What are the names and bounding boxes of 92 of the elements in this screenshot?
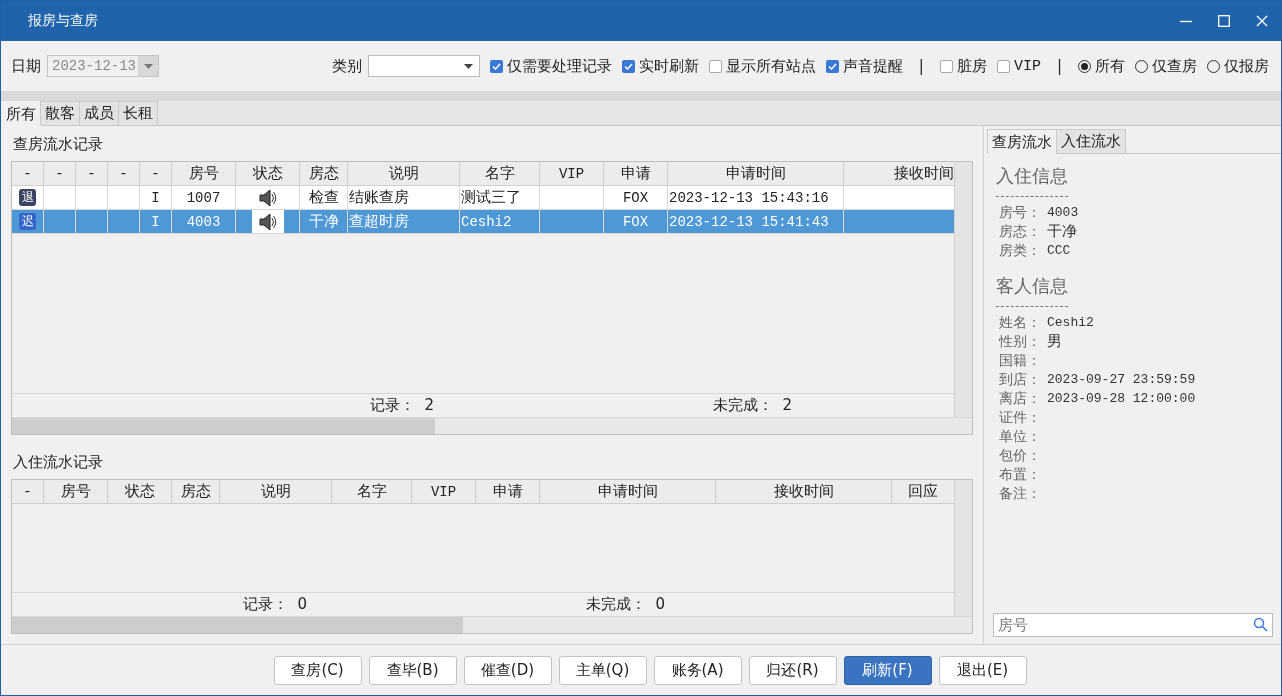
field-label: 国籍： bbox=[999, 351, 1042, 370]
column-header[interactable]: VIP bbox=[412, 480, 476, 504]
action-button[interactable]: 账务(A) bbox=[653, 655, 742, 685]
field-label: 房态： bbox=[999, 222, 1042, 241]
tab[interactable]: 长租 bbox=[118, 101, 158, 125]
table-row[interactable]: 迟 I 4003 干净 查超时房 Ceshi2 FOX 2023-12-13 15:41:43 bbox=[12, 210, 954, 234]
field-value: 2023-09-28 12:00:00 bbox=[1047, 391, 1196, 406]
field-label: 房号： bbox=[999, 203, 1042, 222]
radio-label[interactable]: 仅查房 bbox=[1152, 56, 1197, 76]
field-label: 备注： bbox=[999, 484, 1042, 503]
checkbox[interactable] bbox=[996, 59, 1010, 73]
action-button[interactable]: 退出(E) bbox=[938, 655, 1027, 685]
checkbox-label[interactable]: 显示所有站点 bbox=[725, 56, 816, 76]
tab[interactable]: 查房流水 bbox=[987, 129, 1057, 154]
field-value: CCC bbox=[1047, 243, 1071, 258]
column-header[interactable]: 接收时间 bbox=[716, 480, 892, 504]
table-cell: 4003 bbox=[172, 210, 236, 234]
field-value: 4003 bbox=[1047, 205, 1079, 220]
action-button[interactable]: 刷新(F) bbox=[843, 655, 932, 685]
summary-text: 记录： 0 bbox=[243, 595, 309, 614]
checkbox[interactable] bbox=[708, 59, 722, 73]
table-row[interactable]: 退 I 1007 检查 结账查房 测试三了 FOX 2023-12-13 15:43:16 bbox=[12, 186, 954, 210]
field-value: 男 bbox=[1047, 332, 1062, 351]
status-badge: 迟 bbox=[19, 213, 36, 230]
field-label: 单位： bbox=[999, 427, 1042, 446]
field-label: 离店： bbox=[999, 389, 1042, 408]
column-header[interactable]: 申请 bbox=[476, 480, 540, 504]
dropdown-arrow-icon bbox=[143, 63, 153, 69]
field-label: 布置： bbox=[999, 465, 1042, 484]
column-header[interactable]: - bbox=[12, 480, 44, 504]
column-header[interactable]: 说明 bbox=[220, 480, 332, 504]
column-header[interactable]: 状态 bbox=[108, 480, 172, 504]
radio-label[interactable]: 所有 bbox=[1095, 56, 1125, 76]
field-value: 2023-09-27 23:59:59 bbox=[1047, 372, 1196, 387]
checkbox[interactable] bbox=[825, 59, 839, 73]
checkbox-label[interactable]: 声音提醒 bbox=[842, 56, 903, 76]
status-badge: 退 bbox=[19, 189, 36, 206]
summary-text: 未完成： 0 bbox=[586, 595, 667, 614]
table-cell: 2023-12-13 15:41:43 bbox=[668, 210, 844, 234]
maximize-icon[interactable] bbox=[1218, 15, 1230, 27]
category-label: 类别 bbox=[331, 56, 362, 76]
summary-text: 记录： 2 bbox=[370, 396, 436, 415]
column-header[interactable]: 名字 bbox=[332, 480, 412, 504]
checkbox-label[interactable]: 脏房 bbox=[956, 56, 987, 76]
field-label: 到店： bbox=[999, 370, 1042, 389]
field-value: 干净 bbox=[1047, 222, 1077, 241]
table-cell: FOX bbox=[604, 210, 668, 234]
field-label: 证件： bbox=[999, 408, 1042, 427]
table-cell: I bbox=[140, 210, 172, 234]
radio-label[interactable]: 仅报房 bbox=[1224, 56, 1269, 76]
table-cell: 查超时房 bbox=[348, 210, 460, 234]
section-title: 入住流水记录 bbox=[13, 451, 104, 473]
search-icon[interactable] bbox=[1253, 617, 1268, 632]
checkbox[interactable] bbox=[621, 59, 635, 73]
close-icon[interactable] bbox=[1256, 15, 1268, 27]
checkbox-label[interactable]: VIP bbox=[1013, 57, 1041, 75]
horizontal-scrollbar[interactable] bbox=[12, 417, 972, 434]
column-header[interactable]: 申请时间 bbox=[540, 480, 716, 504]
separator-text: | bbox=[918, 57, 924, 75]
vertical-scrollbar[interactable] bbox=[954, 480, 972, 616]
dropdown-arrow-icon bbox=[463, 63, 473, 69]
action-button[interactable]: 查毕(B) bbox=[368, 655, 457, 685]
field-value: Ceshi2 bbox=[1047, 315, 1094, 330]
tab[interactable]: 入住流水 bbox=[1056, 129, 1126, 153]
section-heading: 入住信息 bbox=[996, 164, 1068, 197]
field-label: 姓名： bbox=[999, 313, 1042, 332]
checkbox-label[interactable]: 仅需要处理记录 bbox=[506, 56, 612, 76]
window-title: 报房与查房 bbox=[28, 12, 99, 30]
field-label: 房类： bbox=[999, 241, 1042, 260]
checkbox[interactable] bbox=[489, 59, 503, 73]
column-header[interactable]: 房态 bbox=[172, 480, 220, 504]
search-field[interactable]: 房号 bbox=[993, 613, 1273, 637]
action-button[interactable]: 查房(C) bbox=[273, 655, 362, 685]
action-button[interactable]: 归还(R) bbox=[748, 655, 837, 685]
checkbox-label[interactable]: 实时刷新 bbox=[638, 56, 699, 76]
section-title: 查房流水记录 bbox=[13, 133, 104, 155]
field-label: 包价： bbox=[999, 446, 1042, 465]
tab[interactable]: 散客 bbox=[40, 101, 80, 125]
separator-text: | bbox=[1056, 57, 1062, 75]
action-button[interactable]: 催查(D) bbox=[463, 655, 552, 685]
checkbox[interactable] bbox=[939, 59, 953, 73]
table-cell: 干净 bbox=[300, 210, 348, 234]
column-header[interactable]: 房号 bbox=[44, 480, 108, 504]
summary-text: 未完成： 2 bbox=[713, 396, 794, 415]
field-label: 性别： bbox=[999, 332, 1042, 351]
vertical-scrollbar[interactable] bbox=[954, 162, 972, 417]
table-cell: Ceshi2 bbox=[460, 210, 540, 234]
horizontal-scrollbar[interactable] bbox=[12, 616, 972, 633]
date-label: 日期 bbox=[11, 56, 41, 76]
tab[interactable]: 所有 bbox=[1, 101, 41, 126]
section-heading: 客人信息 bbox=[996, 274, 1068, 307]
action-button[interactable]: 主单(Q) bbox=[558, 655, 647, 685]
